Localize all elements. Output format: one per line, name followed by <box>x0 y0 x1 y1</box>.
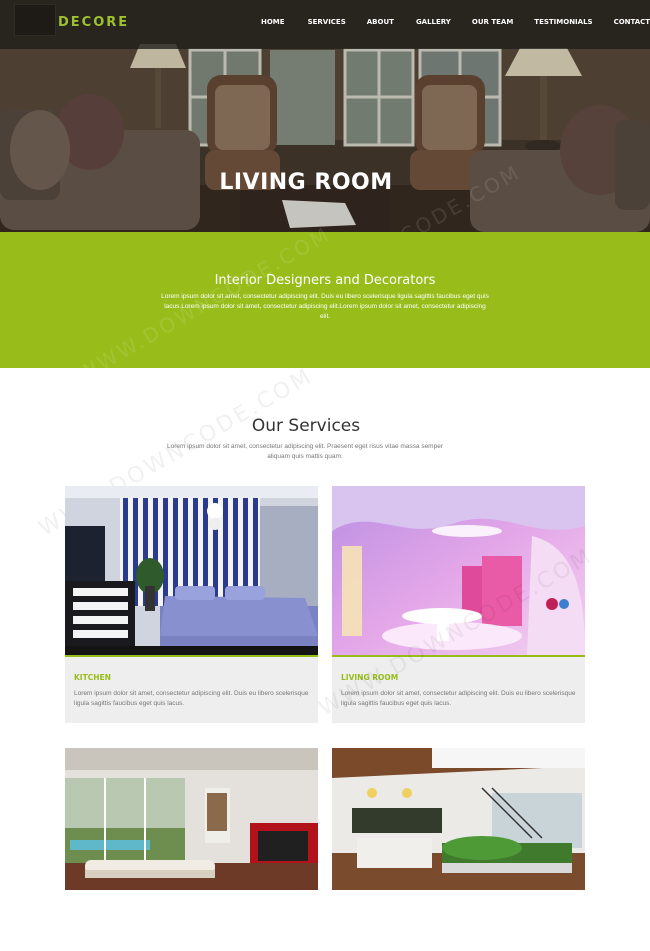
nav-services-link[interactable]: SERVICES <box>308 18 346 26</box>
lounge-photo[interactable] <box>65 748 318 890</box>
hero-banner: WWW.DOWNCODE.COM DECORE HOME SERVICES AB… <box>0 0 650 232</box>
intro-text: Lorem ipsum dolor sit amet, consectetur … <box>161 293 489 320</box>
intro-title: Interior Designers and Decorators <box>214 273 436 288</box>
card-accent-line <box>332 655 585 657</box>
site-logo[interactable]: DECORE <box>58 15 129 30</box>
nav-contact-link[interactable]: CONTACT <box>614 18 650 26</box>
nav-menu: HOME SERVICES ABOUT GALLERY OUR TEAM TES… <box>256 18 650 26</box>
nav-gallery-link[interactable]: GALLERY <box>416 18 451 26</box>
card-text: Lorem ipsum dolor sit amet, consectetur … <box>74 690 309 707</box>
services-subtitle: Lorem ipsum dolor sit amet, consectetur … <box>166 443 443 460</box>
nav-our-team-link[interactable]: OUR TEAM <box>472 18 513 26</box>
hero-title: LIVING ROOM <box>219 170 393 195</box>
nav-about-link[interactable]: ABOUT <box>367 18 394 26</box>
nav-home-link[interactable]: HOME <box>261 18 285 26</box>
card-text: Lorem ipsum dolor sit amet, consectetur … <box>341 690 576 707</box>
card-title[interactable]: LIVING ROOM <box>341 673 398 682</box>
nav-testimonials-link[interactable]: TESTIMONIALS <box>534 18 592 26</box>
services-heading: Our Services <box>251 416 361 436</box>
bedroom-photo <box>65 486 318 656</box>
service-card-kitchen[interactable]: KITCHEN Lorem ipsum dolor sit amet, cons… <box>65 486 318 723</box>
card-accent-line <box>65 655 318 657</box>
intro-band: Interior Designers and Decorators Lorem … <box>0 222 650 386</box>
top-navbar: DECORE HOME SERVICES ABOUT GALLERY OUR T… <box>0 0 650 49</box>
card-title[interactable]: KITCHEN <box>74 673 111 682</box>
service-card-living-room[interactable]: LIVING ROOM Lorem ipsum dolor sit amet, … <box>332 486 585 723</box>
open-plan-photo[interactable] <box>332 748 585 890</box>
logo-image-placeholder <box>14 4 56 36</box>
living-room-interior-photo <box>332 486 585 656</box>
